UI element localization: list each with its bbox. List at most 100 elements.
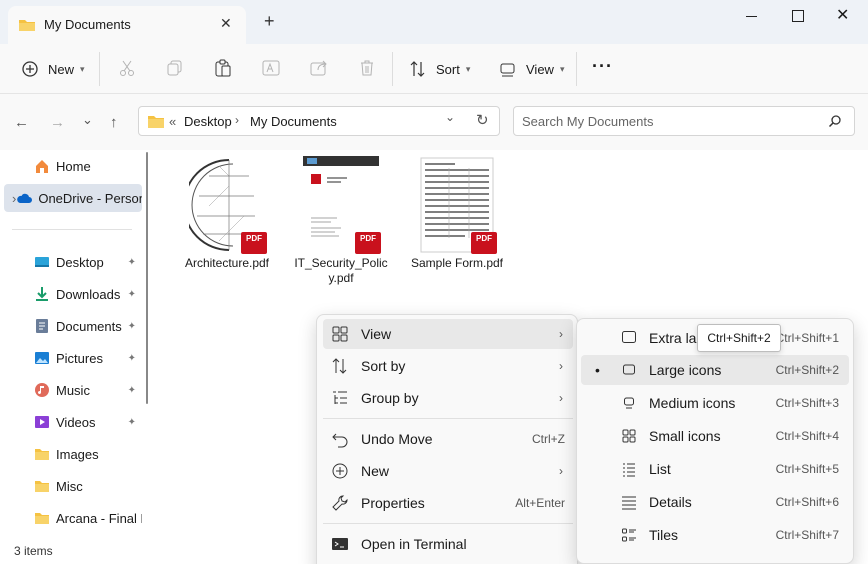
chevron-right-icon: › [559, 327, 563, 341]
cut-icon[interactable] [117, 58, 137, 78]
sidebar-item-downloads[interactable]: Downloads ✦ [0, 280, 142, 308]
menu-item-undo-move[interactable]: Undo Move Ctrl+Z [323, 424, 573, 454]
search-icon [828, 115, 841, 128]
sidebar-item-videos[interactable]: Videos ✦ [0, 408, 142, 436]
menu-item-label: Undo Move [361, 431, 433, 447]
view-option-large-icons[interactable]: • Large icons Ctrl+Shift+2 [581, 355, 849, 385]
sort-button[interactable]: Sort ▾ [408, 58, 470, 80]
view-option-label: Tiles [649, 527, 679, 543]
pin-icon[interactable]: ✦ [128, 385, 136, 396]
menu-item-label: Open in Terminal [361, 536, 467, 552]
up-button[interactable]: ↑ [110, 114, 118, 131]
chevron-right-icon[interactable]: › [235, 113, 239, 127]
sort-icon [410, 61, 425, 77]
toolbar-divider [392, 52, 393, 86]
small-icons-icon [622, 429, 636, 443]
view-option-tiles[interactable]: Tiles Ctrl+Shift+7 [581, 520, 849, 550]
menu-item-label: Group by [361, 390, 419, 406]
sort-label: Sort [436, 61, 460, 77]
menu-item-properties[interactable]: Properties Alt+Enter [323, 488, 573, 518]
menu-item-group-by[interactable]: Group by › [323, 383, 573, 413]
menu-item-view[interactable]: View › [323, 319, 573, 349]
new-tab-button[interactable]: + [264, 12, 275, 30]
paste-icon[interactable] [213, 58, 233, 78]
file-item-it-security-policy[interactable]: PDF IT_Security_Policy.pdf [286, 156, 396, 286]
view-button[interactable]: View ▾ [498, 58, 564, 80]
chevron-down-icon: ▾ [80, 63, 85, 74]
chevron-down-icon: ▾ [559, 63, 565, 74]
close-button[interactable]: ✕ [836, 5, 852, 24]
pdf-badge-icon: PDF [241, 232, 267, 254]
sidebar-item-pictures[interactable]: Pictures ✦ [0, 344, 142, 372]
tab-close-icon[interactable]: ✕ [220, 15, 232, 32]
undo-icon [332, 433, 348, 448]
sidebar-item-music[interactable]: Music ✦ [0, 376, 142, 404]
title-bar: My Documents ✕ + ✕ [0, 0, 868, 44]
sidebar-item-arcana[interactable]: Arcana - Final Draft [0, 504, 142, 532]
tiles-icon [622, 528, 636, 542]
delete-icon[interactable] [357, 58, 377, 78]
pin-icon[interactable]: ✦ [128, 417, 136, 428]
sidebar-scrollbar[interactable] [146, 152, 148, 404]
menu-item-label: Sort by [361, 358, 406, 374]
search-box[interactable]: Search My Documents [513, 106, 855, 136]
pin-icon[interactable]: ✦ [128, 321, 136, 332]
recent-locations-button[interactable]: ⌄ [82, 112, 93, 128]
view-option-label: Details [649, 494, 692, 510]
refresh-icon[interactable]: ↻ [476, 111, 489, 129]
back-button[interactable]: ← [14, 114, 29, 131]
search-input[interactable]: Search My Documents [522, 114, 654, 129]
desktop-icon [35, 257, 49, 267]
details-icon [622, 496, 636, 510]
chevron-right-icon: › [559, 359, 563, 373]
pin-icon[interactable]: ✦ [128, 289, 136, 300]
minimize-button[interactable] [744, 8, 760, 24]
sidebar-divider [12, 229, 132, 230]
share-icon[interactable] [309, 58, 329, 78]
sidebar-item-images[interactable]: Images [0, 440, 142, 468]
sidebar-item-documents[interactable]: Documents ✦ [0, 312, 142, 340]
more-options-button[interactable]: ··· [592, 56, 613, 77]
address-segment-my-documents[interactable]: My Documents [250, 114, 337, 129]
address-segment-desktop[interactable]: Desktop [184, 114, 232, 129]
file-thumbnail: PDF [419, 156, 497, 254]
view-option-medium-icons[interactable]: Medium icons Ctrl+Shift+3 [581, 388, 849, 418]
cloud-icon [17, 193, 33, 203]
maximize-button[interactable] [790, 8, 806, 24]
shortcut-tooltip: Ctrl+Shift+2 [697, 324, 781, 352]
rename-icon[interactable] [261, 58, 281, 78]
address-dropdown-icon[interactable]: ⌄ [445, 110, 455, 124]
item-count: 3 items [14, 544, 53, 558]
pin-icon[interactable]: ✦ [128, 353, 136, 364]
address-bar[interactable]: « Desktop › My Documents ⌄ ↻ [138, 106, 500, 136]
sidebar-item-misc[interactable]: Misc [0, 472, 142, 500]
selected-bullet-icon: • [595, 362, 600, 378]
forward-button[interactable]: → [50, 114, 65, 131]
sidebar-item-label: Downloads [56, 286, 121, 302]
file-name: Sample Form.pdf [410, 256, 504, 270]
view-option-small-icons[interactable]: Small icons Ctrl+Shift+4 [581, 421, 849, 451]
sidebar-item-home[interactable]: Home [0, 152, 142, 180]
menu-item-open-in-terminal[interactable]: Open in Terminal [323, 529, 573, 559]
new-button[interactable]: New ▾ [20, 58, 85, 80]
menu-item-sort-by[interactable]: Sort by › [323, 351, 573, 381]
tab-my-documents[interactable]: My Documents ✕ [8, 6, 246, 44]
sidebar-item-label: OneDrive - Personal [38, 190, 142, 206]
view-option-label: Medium icons [649, 395, 736, 411]
file-item-architecture[interactable]: PDF Architecture.pdf [172, 156, 282, 271]
file-item-sample-form[interactable]: PDF Sample Form.pdf [402, 156, 512, 271]
grid-icon [332, 326, 348, 342]
sidebar-item-onedrive[interactable]: › OneDrive - Personal [4, 184, 142, 212]
view-option-details[interactable]: Details Ctrl+Shift+6 [581, 487, 849, 517]
sidebar-item-desktop[interactable]: Desktop ✦ [0, 248, 142, 276]
address-overflow[interactable]: « [169, 114, 176, 129]
copy-icon[interactable] [165, 58, 185, 78]
folder-icon [19, 20, 35, 31]
folder-icon [35, 449, 49, 460]
folder-icon [148, 116, 164, 128]
pin-icon[interactable]: ✦ [128, 257, 136, 268]
view-option-label: Large icons [649, 362, 722, 378]
plus-circle-icon [332, 463, 348, 479]
menu-item-new[interactable]: New › [323, 456, 573, 486]
view-option-list[interactable]: List Ctrl+Shift+5 [581, 454, 849, 484]
